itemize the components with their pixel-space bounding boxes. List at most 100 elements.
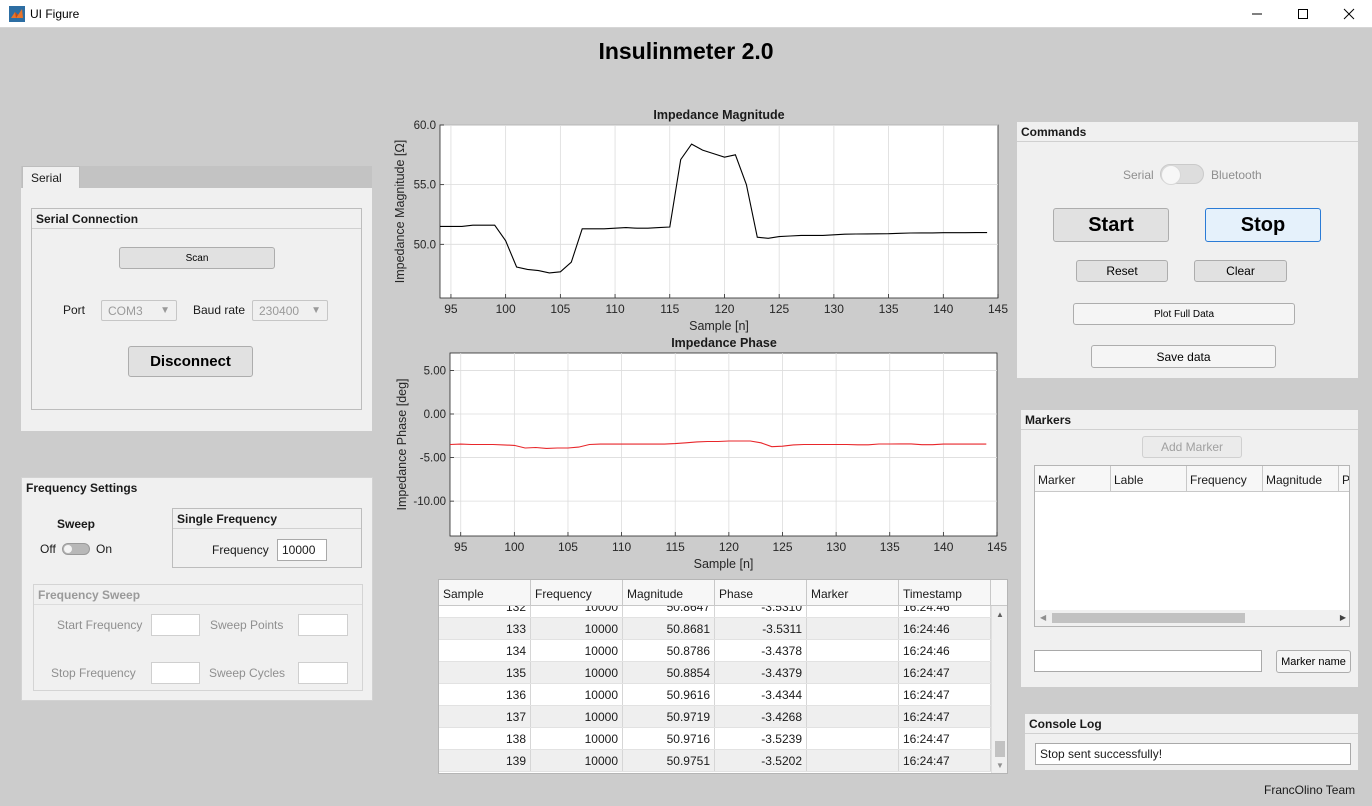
table-cell[interactable]: 16:24:46 <box>899 606 991 617</box>
table-cell[interactable]: 16:24:47 <box>899 684 991 705</box>
markers-table[interactable]: Marker Lable Frequency Magnitude P ◀ ▶ <box>1034 465 1350 627</box>
marker-column-header[interactable]: Lable <box>1111 466 1187 491</box>
sweep-points-input[interactable] <box>298 614 348 636</box>
column-header[interactable]: Sample <box>439 580 531 605</box>
column-header[interactable]: Phase <box>715 580 807 605</box>
scan-button[interactable]: Scan <box>119 247 275 269</box>
table-row[interactable]: 137 10000 50.9719 -3.4268 16:24:47 <box>439 706 991 728</box>
table-cell[interactable]: -3.4344 <box>715 684 807 705</box>
baud-rate-dropdown[interactable]: 230400 ▼ <box>252 300 328 321</box>
marker-column-header[interactable]: P <box>1339 466 1349 491</box>
table-cell[interactable]: 50.8786 <box>623 640 715 661</box>
table-cell[interactable]: 16:24:47 <box>899 662 991 683</box>
table-cell[interactable]: 137 <box>439 706 531 727</box>
table-cell[interactable]: -3.5239 <box>715 728 807 749</box>
table-cell[interactable]: 16:24:46 <box>899 640 991 661</box>
table-cell[interactable]: -3.4378 <box>715 640 807 661</box>
table-cell[interactable]: 50.9751 <box>623 750 715 771</box>
table-cell[interactable]: 16:24:47 <box>899 750 991 771</box>
marker-column-header[interactable]: Marker <box>1035 466 1111 491</box>
table-scrollbar[interactable]: ▲ ▼ <box>991 606 1007 773</box>
plot-full-data-button[interactable]: Plot Full Data <box>1073 303 1295 325</box>
tab-serial[interactable]: Serial <box>22 166 80 189</box>
hscroll-thumb[interactable] <box>1052 613 1245 623</box>
scroll-up-icon[interactable]: ▲ <box>996 610 1004 619</box>
table-row[interactable]: 133 10000 50.8681 -3.5311 16:24:46 <box>439 618 991 640</box>
table-cell[interactable]: 10000 <box>531 618 623 639</box>
table-cell[interactable]: 10000 <box>531 640 623 661</box>
connection-mode-toggle[interactable] <box>1160 164 1204 185</box>
close-button[interactable] <box>1326 0 1372 28</box>
table-cell[interactable] <box>807 606 899 617</box>
table-cell[interactable] <box>807 640 899 661</box>
table-cell[interactable]: 134 <box>439 640 531 661</box>
sweep-toggle[interactable] <box>62 543 90 555</box>
stop-button[interactable]: Stop <box>1205 208 1321 242</box>
clear-button[interactable]: Clear <box>1194 260 1287 282</box>
table-cell[interactable]: 138 <box>439 728 531 749</box>
table-cell[interactable]: -3.5310 <box>715 606 807 617</box>
table-cell[interactable]: 50.9716 <box>623 728 715 749</box>
start-button[interactable]: Start <box>1053 208 1169 242</box>
reset-button[interactable]: Reset <box>1076 260 1168 282</box>
table-cell[interactable]: 10000 <box>531 606 623 617</box>
table-cell[interactable]: 10000 <box>531 706 623 727</box>
table-cell[interactable]: -3.4379 <box>715 662 807 683</box>
table-cell[interactable]: 50.9616 <box>623 684 715 705</box>
table-cell[interactable]: -3.4268 <box>715 706 807 727</box>
table-row[interactable]: 136 10000 50.9616 -3.4344 16:24:47 <box>439 684 991 706</box>
start-frequency-input[interactable] <box>151 614 200 636</box>
save-data-button[interactable]: Save data <box>1091 345 1276 368</box>
table-cell[interactable] <box>807 706 899 727</box>
table-cell[interactable]: 16:24:47 <box>899 706 991 727</box>
table-cell[interactable]: 50.8854 <box>623 662 715 683</box>
column-header[interactable]: Frequency <box>531 580 623 605</box>
table-cell[interactable]: 132 <box>439 606 531 617</box>
table-cell[interactable] <box>807 618 899 639</box>
column-header[interactable]: Marker <box>807 580 899 605</box>
table-row[interactable]: 135 10000 50.8854 -3.4379 16:24:47 <box>439 662 991 684</box>
minimize-button[interactable] <box>1234 0 1280 28</box>
scroll-right-icon[interactable]: ▶ <box>1340 613 1346 622</box>
marker-column-header[interactable]: Frequency <box>1187 466 1263 491</box>
table-row[interactable]: 132 10000 50.8647 -3.5310 16:24:46 <box>439 606 991 618</box>
table-cell[interactable]: 10000 <box>531 684 623 705</box>
table-row[interactable]: 134 10000 50.8786 -3.4378 16:24:46 <box>439 640 991 662</box>
table-cell[interactable]: 139 <box>439 750 531 771</box>
magnitude-plot[interactable]: 95 100 105 110 115 120 125 130 135 140 145 50.0 55.0… <box>380 120 1020 340</box>
table-row[interactable]: 139 10000 50.9751 -3.5202 16:24:47 <box>439 750 991 772</box>
table-cell[interactable] <box>807 662 899 683</box>
disconnect-button[interactable]: Disconnect <box>128 346 253 377</box>
port-dropdown[interactable]: COM3 ▼ <box>101 300 177 321</box>
table-cell[interactable]: 10000 <box>531 662 623 683</box>
stop-frequency-input[interactable] <box>151 662 200 684</box>
table-cell[interactable]: 16:24:47 <box>899 728 991 749</box>
maximize-button[interactable] <box>1280 0 1326 28</box>
table-cell[interactable]: 135 <box>439 662 531 683</box>
table-cell[interactable]: 50.8681 <box>623 618 715 639</box>
marker-name-input[interactable] <box>1034 650 1262 672</box>
column-header[interactable]: Magnitude <box>623 580 715 605</box>
table-cell[interactable]: -3.5311 <box>715 618 807 639</box>
table-cell[interactable]: 136 <box>439 684 531 705</box>
sweep-cycles-input[interactable] <box>298 662 348 684</box>
table-cell[interactable]: 133 <box>439 618 531 639</box>
scroll-down-icon[interactable]: ▼ <box>996 761 1004 770</box>
marker-name-button[interactable]: Marker name <box>1276 650 1351 673</box>
table-cell[interactable]: -3.5202 <box>715 750 807 771</box>
column-header[interactable]: Timestamp <box>899 580 991 605</box>
data-table[interactable]: Sample Frequency Magnitude Phase Marker Times… <box>438 579 1008 774</box>
markers-hscrollbar[interactable]: ◀ ▶ <box>1035 610 1349 626</box>
table-row[interactable]: 138 10000 50.9716 -3.5239 16:24:47 <box>439 728 991 750</box>
table-cell[interactable]: 10000 <box>531 750 623 771</box>
frequency-input[interactable]: 10000 <box>277 539 327 561</box>
table-cell[interactable]: 50.8647 <box>623 606 715 617</box>
marker-column-header[interactable]: Magnitude <box>1263 466 1339 491</box>
table-cell[interactable] <box>807 728 899 749</box>
phase-plot[interactable]: 95 100 105 110 115 120 125 130 135 140 145 -10.00 -5… <box>380 348 1020 574</box>
add-marker-button[interactable]: Add Marker <box>1142 436 1242 458</box>
scroll-thumb[interactable] <box>995 741 1005 757</box>
table-cell[interactable]: 50.9719 <box>623 706 715 727</box>
table-cell[interactable]: 10000 <box>531 728 623 749</box>
table-cell[interactable]: 16:24:46 <box>899 618 991 639</box>
